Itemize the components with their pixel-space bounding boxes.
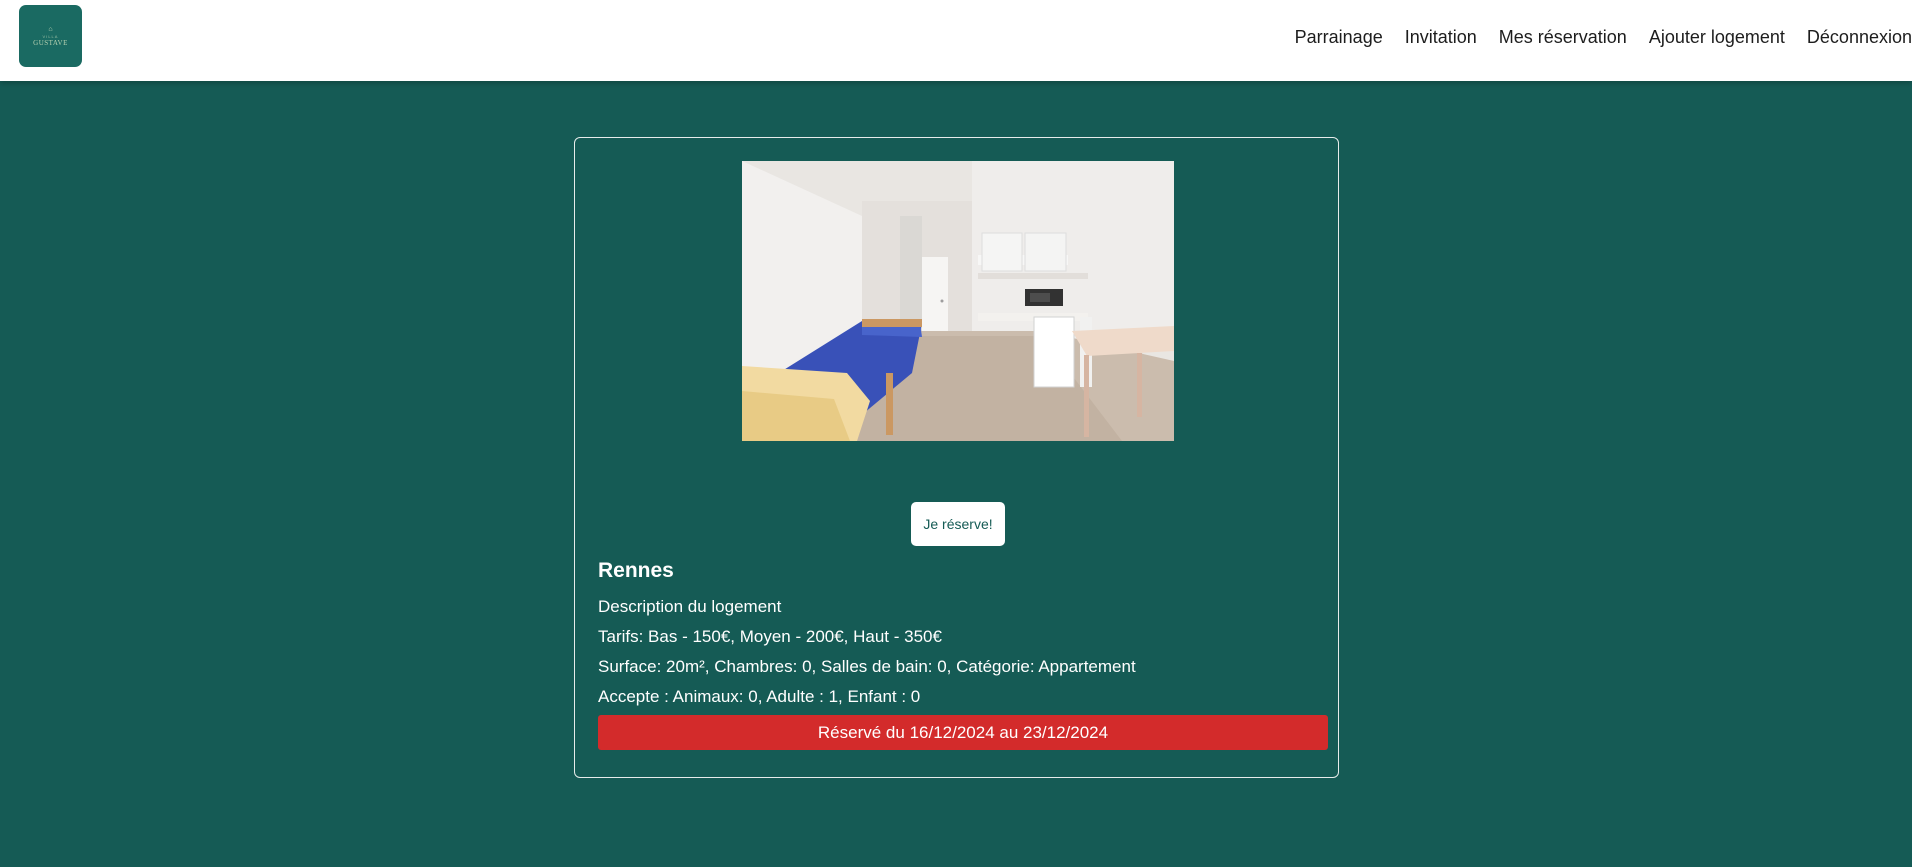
reservation-status-badge: Réservé du 16/12/2024 au 23/12/2024 [598,715,1328,750]
listing-info: Rennes Description du logement Tarifs: B… [598,558,1136,712]
nav-link-mes-reservation[interactable]: Mes réservation [1499,27,1627,48]
navbar: ⌂ VILLA GUSTAVE Parrainage Invitation Me… [0,0,1912,81]
listing-accepte: Accepte : Animaux: 0, Adulte : 1, Enfant… [598,687,921,706]
logo[interactable]: ⌂ VILLA GUSTAVE [19,5,82,67]
listing-tarifs: Tarifs: Bas - 150€, Moyen - 200€, Haut -… [598,627,942,646]
nav-link-invitation[interactable]: Invitation [1405,27,1477,48]
listing-card: Je réserve! Rennes Description du logeme… [574,137,1339,778]
listing-description: Description du logement [598,597,782,616]
nav-links: Parrainage Invitation Mes réservation Aj… [1273,0,1912,74]
reserve-button[interactable]: Je réserve! [911,502,1005,546]
listing-city: Rennes [598,559,674,582]
listing-surface: Surface: 20m², Chambres: 0, Salles de ba… [598,657,1136,676]
nav-link-ajouter-logement[interactable]: Ajouter logement [1649,27,1785,48]
nav-link-parrainage[interactable]: Parrainage [1295,27,1383,48]
logo-wordmark: GUSTAVE [33,38,68,47]
nav-link-deconnexion[interactable]: Déconnexion [1807,27,1912,48]
logo-small-text: VILLA [42,33,59,39]
logo-mark-icon: ⌂ [48,25,53,33]
listing-photo [742,161,1174,441]
